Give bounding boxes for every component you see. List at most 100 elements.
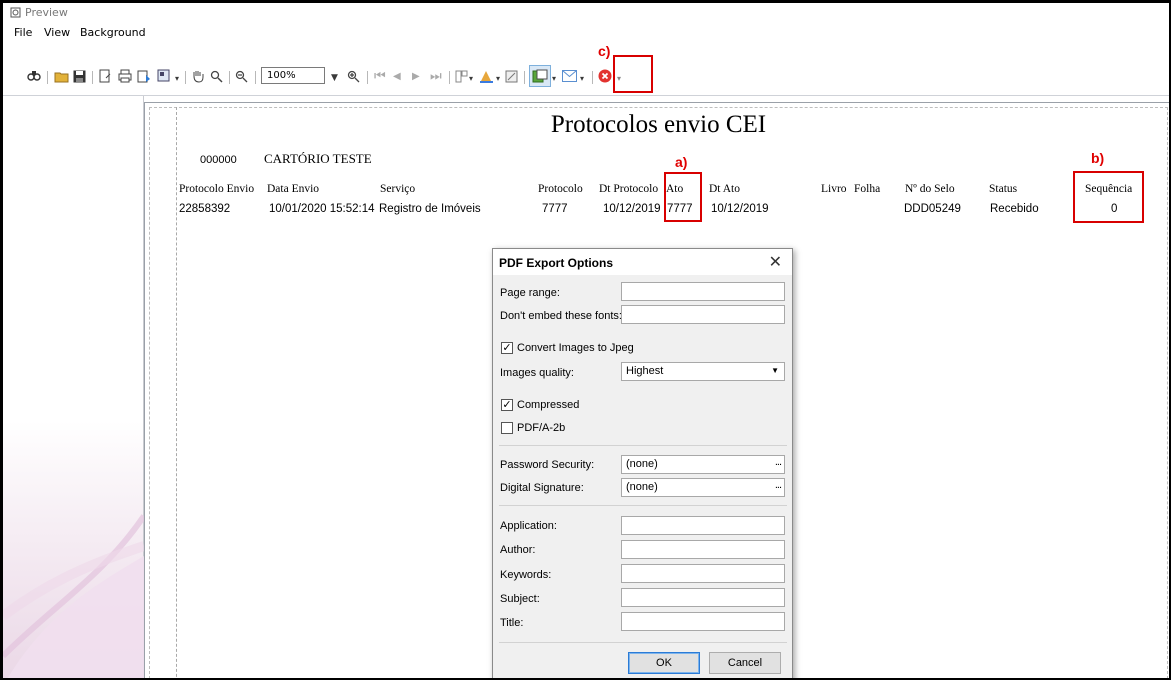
col-folha: Folha: [854, 183, 881, 195]
save-icon[interactable]: [73, 67, 86, 85]
divider: [499, 445, 787, 446]
ok-button[interactable]: OK: [628, 652, 700, 674]
col-data-envio: Data Envio: [267, 183, 320, 195]
pdfa-label: PDF/A-2b: [517, 422, 566, 434]
color-dropdown-icon[interactable]: ▾: [496, 69, 500, 87]
pdf-export-dialog: PDF Export Options ✕ Page range: Don't e…: [492, 248, 793, 678]
page-margin-line: [176, 107, 177, 678]
col-selo: Nº do Selo: [905, 183, 955, 195]
application-input[interactable]: [621, 516, 785, 535]
dialog-title: PDF Export Options: [499, 256, 613, 270]
first-page-icon[interactable]: ⏮: [374, 67, 386, 85]
col-dt-protocolo: Dt Protocolo: [599, 183, 659, 195]
images-quality-value: Highest: [626, 365, 664, 377]
menu-bar: File View Background: [3, 23, 1169, 45]
cancel-button[interactable]: Cancel: [709, 652, 781, 674]
quick-print-icon[interactable]: [137, 67, 151, 85]
office-name: CARTÓRIO TESTE: [264, 151, 372, 166]
col-servico: Serviço: [380, 183, 416, 195]
cell-status: Recebido: [990, 203, 1039, 215]
next-page-icon[interactable]: ▶: [412, 67, 420, 85]
col-protocolo-envio: Protocolo Envio: [179, 183, 255, 195]
layout-dropdown-icon[interactable]: ▾: [175, 69, 179, 87]
page-layout-dropdown-icon[interactable]: ▾: [469, 69, 473, 87]
zoom-value: 100%: [267, 70, 296, 81]
email-icon[interactable]: [562, 67, 577, 85]
images-quality-select[interactable]: Highest ▼: [621, 362, 785, 381]
pdfa-checkbox[interactable]: [501, 422, 513, 434]
col-livro: Livro: [821, 183, 847, 195]
page-setup-icon[interactable]: [98, 67, 112, 85]
subject-label: Subject:: [500, 593, 540, 605]
annotation-b: b): [1091, 150, 1105, 166]
digital-signature-value: (none): [626, 481, 658, 493]
images-quality-label: Images quality:: [500, 367, 574, 379]
title-bar: Preview: [3, 3, 1169, 23]
title-label: Title:: [500, 617, 524, 629]
keywords-label: Keywords:: [500, 569, 552, 581]
dont-embed-label: Don't embed these fonts:: [500, 310, 622, 322]
annotation-a: a): [675, 154, 688, 170]
export-dropdown-icon[interactable]: ▾: [552, 69, 556, 87]
keywords-input[interactable]: [621, 564, 785, 583]
page-range-label: Page range:: [500, 287, 560, 299]
zoom-dropdown-icon[interactable]: ▼: [331, 69, 338, 87]
prev-page-icon[interactable]: ◀: [393, 67, 401, 85]
export-document-icon[interactable]: [529, 65, 551, 87]
thumbnail-sidebar: [3, 96, 144, 678]
password-security-field[interactable]: (none) ...: [621, 455, 785, 474]
email-dropdown-icon[interactable]: ▾: [580, 69, 584, 87]
find-icon[interactable]: [27, 67, 41, 85]
convert-images-checkbox[interactable]: ✓: [501, 342, 513, 354]
cell-dt-ato: 10/12/2019: [711, 203, 769, 215]
window-title: Preview: [25, 6, 68, 19]
watermark-icon[interactable]: [505, 67, 518, 85]
page-layout-icon[interactable]: [455, 67, 468, 85]
col-protocolo: Protocolo: [538, 183, 583, 195]
menu-view[interactable]: View: [44, 26, 70, 39]
subject-input[interactable]: [621, 588, 785, 607]
open-folder-icon[interactable]: [54, 67, 69, 85]
hand-tool-icon[interactable]: [191, 67, 205, 85]
password-ellipsis-button[interactable]: ...: [775, 456, 782, 468]
cell-servico: Registro de Imóveis: [379, 203, 481, 215]
layout-icon[interactable]: [157, 67, 173, 85]
dialog-title-bar: PDF Export Options ✕: [493, 249, 792, 275]
menu-background[interactable]: Background: [80, 26, 146, 39]
compressed-checkbox[interactable]: ✓: [501, 399, 513, 411]
col-dt-ato: Dt Ato: [709, 183, 740, 195]
zoom-select[interactable]: 100%: [261, 67, 325, 84]
chevron-down-icon: ▼: [771, 366, 779, 375]
digital-signature-field[interactable]: (none) ...: [621, 478, 785, 497]
author-input[interactable]: [621, 540, 785, 559]
compressed-label: Compressed: [517, 399, 580, 411]
application-label: Application:: [500, 520, 557, 532]
office-code: 000000: [200, 154, 237, 166]
cell-dt-protocolo: 10/12/2019: [603, 203, 661, 215]
cell-protocolo-envio: 22858392: [179, 203, 231, 215]
magnifier-icon[interactable]: [210, 67, 223, 85]
preview-window: Preview File View Background ▾ 100% ▼ ⏮ …: [0, 0, 1171, 680]
zoom-out-icon[interactable]: [235, 67, 248, 85]
col-status: Status: [989, 183, 1018, 195]
close-icon[interactable]: ✕: [769, 252, 782, 272]
password-security-label: Password Security:: [500, 459, 595, 471]
author-label: Author:: [500, 544, 536, 556]
close-preview-icon[interactable]: [598, 67, 612, 85]
cell-selo: DDD05249: [904, 203, 961, 215]
last-page-icon[interactable]: ⏭: [430, 67, 442, 85]
signature-ellipsis-button[interactable]: ...: [775, 479, 782, 491]
page-range-input[interactable]: [621, 282, 785, 301]
menu-file[interactable]: File: [14, 26, 32, 39]
dont-embed-input[interactable]: [621, 305, 785, 324]
cell-protocolo: 7777: [542, 203, 568, 215]
color-icon[interactable]: [479, 67, 494, 85]
print-icon[interactable]: [118, 67, 132, 85]
zoom-in-icon[interactable]: [347, 67, 360, 85]
divider: [499, 505, 787, 506]
report-title: Protocolos envio CEI: [550, 111, 767, 138]
title-input[interactable]: [621, 612, 785, 631]
preview-app-icon: [10, 7, 21, 18]
digital-signature-label: Digital Signature:: [500, 482, 584, 494]
convert-images-label: Convert Images to Jpeg: [517, 342, 634, 354]
